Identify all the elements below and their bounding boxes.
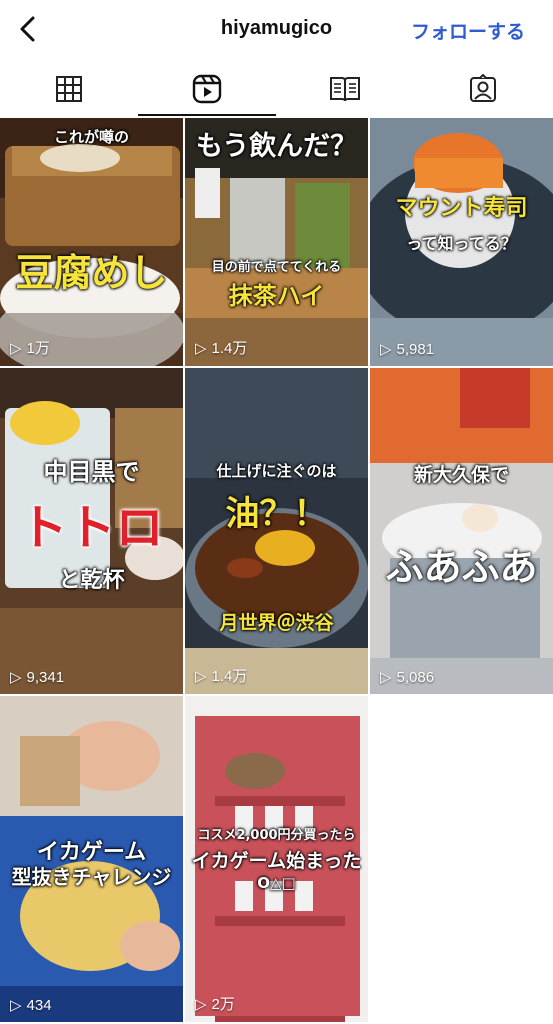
reel-thumbnail[interactable]: コスメ2,000円分買ったら イカゲーム始まった O△□ ▷ 2万 xyxy=(185,696,368,1022)
view-count: ▷ 9,341 xyxy=(10,668,65,687)
reel-thumbnail[interactable]: マウント寿司 って知ってる？ ▷ 5,981 xyxy=(370,118,553,366)
view-count: ▷ 1.4万 xyxy=(195,667,248,686)
view-count: ▷ 434 xyxy=(10,996,52,1015)
play-icon: ▷ xyxy=(380,669,392,686)
view-count: ▷ 5,086 xyxy=(380,668,435,687)
view-count: ▷ 1万 xyxy=(10,339,50,358)
tab-tagged[interactable] xyxy=(414,62,552,116)
view-count: ▷ 1.4万 xyxy=(195,339,248,358)
play-icon: ▷ xyxy=(195,667,207,685)
play-icon: ▷ xyxy=(10,669,22,686)
reel-thumbnail[interactable]: イカゲーム 型抜きチャレンジ ▷ 434 xyxy=(0,696,183,1022)
reel-thumbnail[interactable]: 中目黒で トトロ と乾杯 ▷ 9,341 xyxy=(0,368,183,694)
reels-grid: これが噂の 豆腐めし ▷ 1万 もう飲んだ？ 目の前で点ててくれる 抹茶ハイ ▷ 1… xyxy=(0,118,553,1024)
view-count: ▷ 2万 xyxy=(195,995,235,1014)
guide-icon xyxy=(330,77,360,102)
profile-tabs xyxy=(0,62,553,116)
grid-icon xyxy=(56,76,82,102)
play-icon: ▷ xyxy=(380,341,392,358)
profile-header: hiyamugico フォローする xyxy=(0,0,553,60)
tab-posts-grid[interactable] xyxy=(0,62,138,116)
play-icon: ▷ xyxy=(10,997,22,1014)
reel-thumbnail[interactable]: これが噂の 豆腐めし ▷ 1万 xyxy=(0,118,183,366)
fluffy-dish-image xyxy=(370,368,553,694)
reel-thumbnail[interactable]: もう飲んだ？ 目の前で点ててくれる 抹茶ハイ ▷ 1.4万 xyxy=(185,118,368,366)
view-count: ▷ 5,981 xyxy=(380,340,435,359)
play-icon: ▷ xyxy=(195,339,207,357)
tagged-icon xyxy=(470,74,496,102)
tab-guides[interactable] xyxy=(276,62,414,116)
tab-reels[interactable] xyxy=(138,62,276,116)
follow-button[interactable]: フォローする xyxy=(411,17,525,44)
play-icon: ▷ xyxy=(195,995,207,1013)
reel-thumbnail[interactable]: 仕上げに注ぐのは 油？！ 月世界＠渋谷 ▷ 1.4万 xyxy=(185,368,368,694)
play-icon: ▷ xyxy=(10,339,22,357)
reel-thumbnail[interactable]: 新大久保で ふあふあ ▷ 5,086 xyxy=(370,368,553,694)
reels-icon xyxy=(192,74,222,104)
